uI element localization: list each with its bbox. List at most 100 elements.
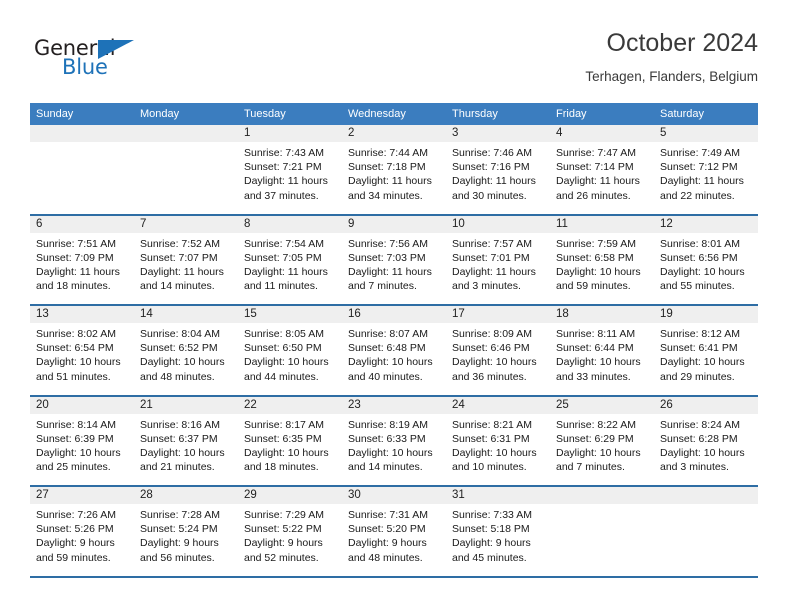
day-info: Sunrise: 7:29 AM Sunset: 5:22 PM Daylight:… [238,504,342,565]
title-block: October 2024 Terhagen, Flanders, Belgium [585,28,758,88]
sunrise-text: Sunrise: 8:11 AM [556,328,636,340]
day-cell-empty [30,125,134,214]
day-cell[interactable]: 25 Sunrise: 8:22 AM Sunset: 6:29 PM Dayligh… [550,396,654,485]
day-cell[interactable]: 27 Sunrise: 7:26 AM Sunset: 5:26 PM Dayligh… [30,487,134,576]
day-number: 6 [30,215,134,233]
day-cell[interactable]: 31 Sunrise: 7:33 AM Sunset: 5:18 PM Dayligh… [446,487,550,576]
daylight-text-line2: and 7 minutes. [556,461,625,474]
day-cell[interactable]: 1 Sunrise: 7:43 AM Sunset: 7:21 PM Daylight… [238,125,342,214]
week-row: 20 Sunrise: 8:14 AM Sunset: 6:39 PM Dayligh… [30,394,758,485]
day-cell[interactable]: 30 Sunrise: 7:31 AM Sunset: 5:20 PM Dayligh… [342,487,446,576]
day-info: Sunrise: 7:57 AM Sunset: 7:01 PM Daylight:… [446,233,550,294]
daylight-text-line2: and 14 minutes. [140,280,215,293]
sunrise-text: Sunrise: 8:12 AM [660,328,740,340]
sunset-text: Sunset: 5:18 PM [452,523,530,536]
day-info: Sunrise: 8:04 AM Sunset: 6:52 PM Daylight:… [134,323,238,384]
sunset-text: Sunset: 6:56 PM [660,251,738,264]
sunset-text: Sunset: 5:22 PM [244,523,322,536]
day-cell[interactable]: 3 Sunrise: 7:46 AM Sunset: 7:16 PM Daylight… [446,125,550,214]
day-number: 5 [654,125,758,142]
day-cell[interactable]: 7 Sunrise: 7:52 AM Sunset: 7:07 PM Daylight… [134,215,238,304]
general-blue-logo[interactable]: General Blue [34,36,174,88]
day-cell-empty [134,125,238,214]
day-cell[interactable]: 17 Sunrise: 8:09 AM Sunset: 6:46 PM Dayligh… [446,306,550,395]
day-info: Sunrise: 7:56 AM Sunset: 7:03 PM Daylight:… [342,233,446,294]
sunrise-text: Sunrise: 8:07 AM [348,328,428,340]
day-info: Sunrise: 8:21 AM Sunset: 6:31 PM Daylight:… [446,414,550,475]
daylight-text-line2: and 7 minutes. [348,280,417,293]
day-number: 2 [342,125,446,142]
day-cell[interactable]: 19 Sunrise: 8:12 AM Sunset: 6:41 PM Dayligh… [654,306,758,395]
daylight-text-line2: and 33 minutes. [556,370,631,383]
day-cell[interactable]: 8 Sunrise: 7:54 AM Sunset: 7:05 PM Daylight… [238,215,342,304]
day-cell[interactable]: 22 Sunrise: 8:17 AM Sunset: 6:35 PM Dayligh… [238,396,342,485]
sunrise-text: Sunrise: 7:29 AM [244,509,324,521]
sunset-text: Sunset: 6:28 PM [660,432,738,445]
day-number: 30 [342,487,446,504]
sunset-text: Sunset: 6:46 PM [452,342,530,355]
daylight-text-line2: and 34 minutes. [348,189,423,202]
day-info: Sunrise: 8:22 AM Sunset: 6:29 PM Daylight:… [550,414,654,475]
day-number: 12 [654,215,758,233]
daylight-text-line2: and 36 minutes. [452,370,527,383]
daylight-text-line1: Daylight: 10 hours [348,356,433,369]
day-cell[interactable]: 12 Sunrise: 8:01 AM Sunset: 6:56 PM Dayligh… [654,215,758,304]
day-cell[interactable]: 10 Sunrise: 7:57 AM Sunset: 7:01 PM Dayligh… [446,215,550,304]
page-header: General Blue October 2024 Terhagen, Flan… [30,28,758,98]
day-cell[interactable]: 14 Sunrise: 8:04 AM Sunset: 6:52 PM Dayligh… [134,306,238,395]
day-number: 20 [30,396,134,414]
day-cell[interactable]: 13 Sunrise: 8:02 AM Sunset: 6:54 PM Dayligh… [30,306,134,395]
sunrise-text: Sunrise: 8:09 AM [452,328,532,340]
day-number: 9 [342,215,446,233]
sunrise-text: Sunrise: 8:22 AM [556,418,636,431]
daylight-text-line2: and 48 minutes. [140,370,215,383]
day-cell[interactable]: 29 Sunrise: 7:29 AM Sunset: 5:22 PM Dayligh… [238,487,342,576]
day-cell[interactable]: 24 Sunrise: 8:21 AM Sunset: 6:31 PM Dayligh… [446,396,550,485]
daylight-text-line2: and 51 minutes. [36,370,111,383]
calendar-page: General Blue October 2024 Terhagen, Flan… [0,0,792,612]
sunset-text: Sunset: 7:18 PM [348,161,426,174]
day-cell[interactable]: 4 Sunrise: 7:47 AM Sunset: 7:14 PM Daylight… [550,125,654,214]
page-title: October 2024 [606,29,759,57]
daylight-text-line1: Daylight: 11 hours [452,265,536,278]
day-cell[interactable]: 9 Sunrise: 7:56 AM Sunset: 7:03 PM Daylight… [342,215,446,304]
day-info: Sunrise: 8:05 AM Sunset: 6:50 PM Daylight:… [238,323,342,384]
weeks-container: 1 Sunrise: 7:43 AM Sunset: 7:21 PM Daylight… [30,125,758,576]
daylight-text-line1: Daylight: 10 hours [36,446,121,459]
daylight-text-line1: Daylight: 9 hours [348,537,427,550]
daylight-text-line1: Daylight: 10 hours [556,446,641,459]
day-info: Sunrise: 7:51 AM Sunset: 7:09 PM Daylight:… [30,233,134,294]
sunset-text: Sunset: 6:58 PM [556,251,634,264]
daylight-text-line1: Daylight: 10 hours [452,356,537,369]
day-cell[interactable]: 18 Sunrise: 8:11 AM Sunset: 6:44 PM Dayligh… [550,306,654,395]
day-cell[interactable]: 20 Sunrise: 8:14 AM Sunset: 6:39 PM Dayligh… [30,396,134,485]
daylight-text-line1: Daylight: 11 hours [244,265,328,278]
daylight-text-line1: Daylight: 11 hours [660,175,744,188]
day-cell[interactable]: 5 Sunrise: 7:49 AM Sunset: 7:12 PM Daylight… [654,125,758,214]
day-cell[interactable]: 11 Sunrise: 7:59 AM Sunset: 6:58 PM Dayligh… [550,215,654,304]
day-cell[interactable]: 28 Sunrise: 7:28 AM Sunset: 5:24 PM Dayligh… [134,487,238,576]
day-cell[interactable]: 23 Sunrise: 8:19 AM Sunset: 6:33 PM Dayligh… [342,396,446,485]
daylight-text-line2: and 44 minutes. [244,370,319,383]
daylight-text-line1: Daylight: 10 hours [140,356,225,369]
day-number [550,487,654,504]
day-cell[interactable]: 16 Sunrise: 8:07 AM Sunset: 6:48 PM Dayligh… [342,306,446,395]
day-cell[interactable]: 6 Sunrise: 7:51 AM Sunset: 7:09 PM Daylight… [30,215,134,304]
day-info: Sunrise: 8:11 AM Sunset: 6:44 PM Daylight:… [550,323,654,384]
sunset-text: Sunset: 7:14 PM [556,161,634,174]
daylight-text-line1: Daylight: 11 hours [348,175,432,188]
weekday-header-saturday: Saturday [660,108,705,120]
sunset-text: Sunset: 6:31 PM [452,432,530,445]
day-number: 3 [446,125,550,142]
sunrise-text: Sunrise: 7:59 AM [556,237,636,250]
day-number: 19 [654,306,758,323]
daylight-text-line1: Daylight: 11 hours [244,175,328,188]
day-info: Sunrise: 8:24 AM Sunset: 6:28 PM Daylight:… [654,414,758,475]
day-info: Sunrise: 8:01 AM Sunset: 6:56 PM Daylight:… [654,233,758,294]
sunset-text: Sunset: 6:29 PM [556,432,634,445]
day-cell[interactable]: 21 Sunrise: 8:16 AM Sunset: 6:37 PM Dayligh… [134,396,238,485]
daylight-text-line2: and 30 minutes. [452,189,527,202]
day-cell[interactable]: 2 Sunrise: 7:44 AM Sunset: 7:18 PM Daylight… [342,125,446,214]
day-cell[interactable]: 15 Sunrise: 8:05 AM Sunset: 6:50 PM Dayligh… [238,306,342,395]
day-cell[interactable]: 26 Sunrise: 8:24 AM Sunset: 6:28 PM Dayligh… [654,396,758,485]
